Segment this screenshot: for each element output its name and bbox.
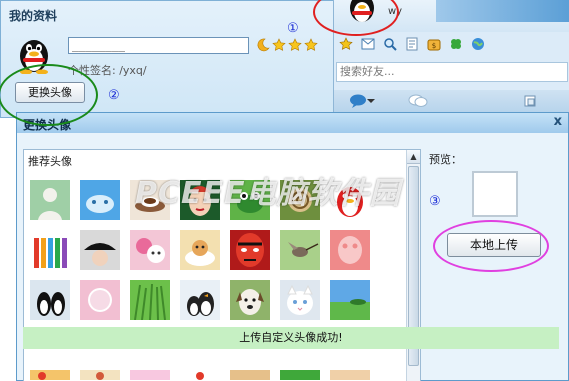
avatar-option[interactable] — [180, 280, 220, 320]
avatar-option[interactable] — [130, 230, 170, 270]
qq-header: wy — [334, 0, 569, 32]
scroll-up-icon[interactable]: ▲ — [407, 150, 420, 164]
tab-groups[interactable] — [390, 90, 446, 112]
qq-toolbar: $ — [334, 34, 569, 54]
globe-icon[interactable] — [470, 36, 486, 52]
avatar-grid — [30, 180, 410, 380]
level-icons — [256, 37, 318, 53]
change-avatar-button[interactable]: 更换头像 — [15, 82, 85, 103]
moon-icon — [257, 38, 270, 52]
avatar-option[interactable] — [230, 280, 270, 320]
avatar-option[interactable] — [280, 280, 320, 320]
money-bag-icon[interactable]: $ — [426, 36, 442, 52]
preview-label: 预览： — [429, 153, 462, 166]
avatar-option[interactable] — [80, 280, 120, 320]
avatar-option[interactable] — [80, 180, 120, 220]
avatar-option[interactable] — [130, 180, 170, 220]
avatar-option[interactable] — [180, 180, 220, 220]
star-icon — [272, 38, 286, 51]
mail-icon[interactable] — [360, 36, 376, 52]
avatar-option[interactable] — [280, 180, 320, 220]
avatar-option[interactable] — [330, 280, 370, 320]
star-icon — [288, 38, 302, 51]
star-icon — [304, 38, 318, 51]
qq-tab-bar — [334, 90, 569, 112]
annotation-number-2: ② — [108, 88, 120, 103]
search-icon[interactable] — [382, 36, 398, 52]
document-icon[interactable] — [404, 36, 420, 52]
chat-bubbles-icon — [408, 94, 428, 107]
star-icon[interactable] — [338, 36, 354, 52]
avatar-option[interactable] — [330, 180, 370, 220]
qq-penguin-icon — [350, 0, 374, 22]
dialog-title: 更换头像 — [23, 118, 72, 132]
avatar-preview — [472, 171, 518, 217]
signature-label: 个性签名: /yxq/ — [68, 64, 147, 77]
avatar-option[interactable] — [30, 230, 70, 270]
close-icon[interactable]: x — [554, 114, 562, 129]
annotation-number-3: ③ — [429, 194, 441, 209]
local-upload-button[interactable]: 本地上传 — [447, 233, 541, 257]
avatar-option[interactable] — [330, 230, 370, 270]
recommended-label: 推荐头像 — [28, 155, 72, 168]
qq-penguin-icon — [20, 40, 48, 75]
tab-recent[interactable] — [446, 90, 502, 112]
avatar-option[interactable] — [230, 180, 270, 220]
qq-avatar[interactable] — [344, 0, 380, 22]
tab-more[interactable] — [502, 90, 558, 112]
friend-search-input[interactable]: 搜索好友... — [336, 62, 568, 82]
qq-header-banner — [436, 0, 569, 22]
avatar-option[interactable] — [180, 230, 220, 270]
avatar-option[interactable] — [130, 280, 170, 320]
annotation-number-1: ① — [287, 21, 299, 36]
avatar-option[interactable] — [230, 230, 270, 270]
profile-title: 我的资料 — [9, 9, 58, 23]
nickname-field[interactable]: ________ — [68, 37, 249, 54]
svg-text:$: $ — [432, 42, 436, 50]
upload-success-message: 上传自定义头像成功! — [23, 327, 559, 349]
group-icon — [524, 95, 536, 107]
change-avatar-dialog: 更换头像 x 推荐头像 ▲ 预览： 本地上传 上传自定义头像成功! — [16, 112, 569, 381]
avatar-option[interactable] — [30, 180, 70, 220]
tab-contacts[interactable] — [334, 90, 390, 112]
dialog-titlebar[interactable]: 更换头像 x — [17, 113, 568, 133]
chat-bubble-icon — [350, 94, 375, 108]
avatar-option[interactable] — [80, 230, 120, 270]
avatar — [14, 34, 54, 75]
qq-user-name: wy — [388, 6, 403, 17]
avatar-option[interactable] — [30, 280, 70, 320]
avatar-option[interactable] — [280, 230, 320, 270]
qq-main-panel: wy $ 搜索好友... — [333, 0, 569, 114]
clover-icon[interactable] — [448, 36, 464, 52]
